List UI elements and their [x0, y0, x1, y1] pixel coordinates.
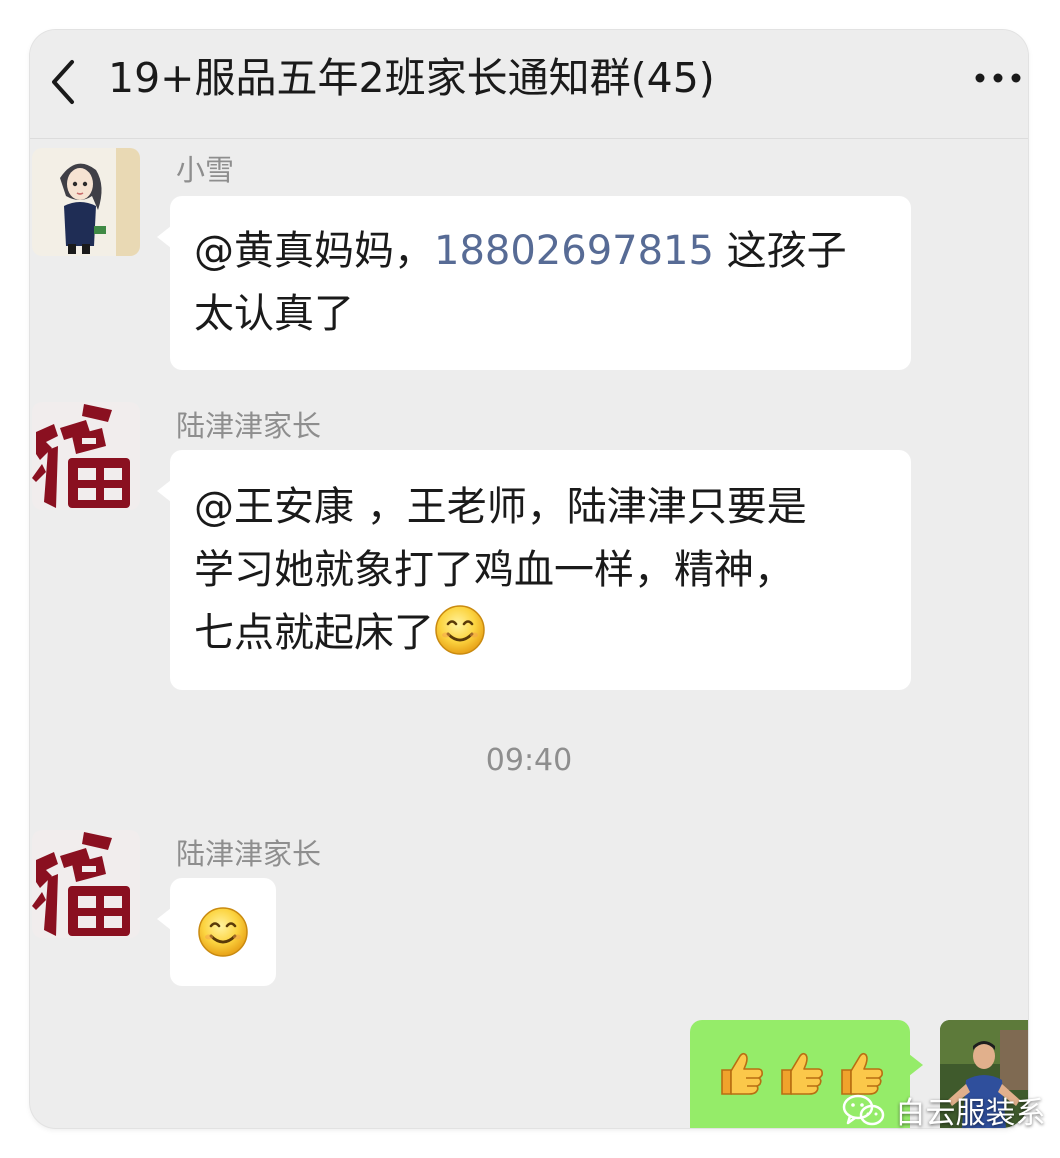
message-text-line: 学习她就象打了鸡血一样，精神，: [194, 547, 794, 593]
message-text: 七点就起床了: [194, 610, 434, 656]
sender-name: 陆津津家长: [176, 837, 322, 871]
thumbs-up-icon: [716, 1048, 768, 1100]
sender-name: 小雪: [176, 153, 235, 187]
chat-header: 19+服品五年2班家长通知群(45): [30, 30, 1028, 139]
anime-girl-avatar[interactable]: [32, 148, 140, 256]
mention-text: @黄真妈妈，: [194, 228, 434, 274]
smiley-icon: [434, 604, 486, 656]
message-timestamp: 09:40: [485, 743, 573, 778]
fu-character-avatar[interactable]: [32, 402, 140, 510]
message-bubble[interactable]: [157, 878, 276, 986]
chat-screen: 19+服品五年2班家长通知群(45) 小雪 @黄真妈妈，18802697815 …: [30, 30, 1028, 1128]
more-button[interactable]: [970, 58, 1026, 98]
watermark: 白云服装系: [842, 1088, 1046, 1134]
message-text-line: @黄真妈妈，18802697815 这孩子: [194, 220, 847, 283]
watermark-text: 白云服装系: [895, 1096, 1046, 1131]
wechat-icon: [842, 1094, 885, 1126]
ellipsis-icon: [975, 73, 1021, 83]
message-text-line: 太认真了: [194, 291, 354, 337]
chevron-left-icon: [52, 60, 74, 104]
back-button[interactable]: [42, 52, 86, 112]
smiley-icon: [197, 906, 249, 958]
message-text-line: 七点就起床了: [194, 602, 807, 665]
chat-title: 19+服品五年2班家长通知群(45): [108, 54, 715, 102]
phone-link[interactable]: 18802697815: [434, 228, 714, 274]
fu-character-avatar[interactable]: [32, 830, 140, 938]
message-bubble[interactable]: @王安康 ，王老师，陆津津只要是 学习她就象打了鸡血一样，精神， 七点就起床了: [157, 450, 911, 690]
message-text-line: @王安康 ，王老师，陆津津只要是: [194, 484, 807, 530]
message-text: 这孩子: [713, 228, 847, 274]
thumbs-up-icon: [776, 1048, 828, 1100]
sender-name: 陆津津家长: [176, 409, 322, 443]
message-bubble[interactable]: @黄真妈妈，18802697815 这孩子 太认真了: [157, 196, 911, 370]
